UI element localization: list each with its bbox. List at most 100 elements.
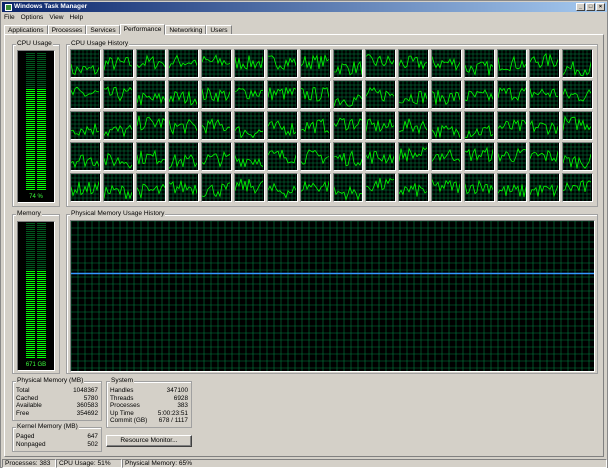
cpu-meter-segment — [26, 65, 35, 66]
minimize-icon[interactable]: _ — [576, 3, 585, 11]
memory-meter-segment — [26, 283, 35, 284]
core-graph — [135, 142, 167, 171]
cpu-meter-segment — [26, 153, 35, 154]
core-graph — [102, 49, 134, 78]
memory-meter-segment — [26, 247, 35, 248]
memory-meter-segment — [37, 299, 46, 300]
core-graph — [398, 142, 429, 171]
core-graph — [299, 49, 331, 78]
cpu-meter-segment — [37, 145, 46, 146]
cpu-meter-segment — [26, 75, 35, 76]
memory-meter-segment — [26, 227, 35, 228]
cpu-meter-segment — [37, 183, 46, 184]
memory-meter-segment — [37, 335, 46, 336]
memory-meter-segment — [37, 275, 46, 276]
memory-meter-segment — [26, 253, 35, 254]
memory-meter-segment — [37, 235, 46, 236]
menu-options[interactable]: Options — [21, 13, 44, 22]
memory-meter-segment — [37, 349, 46, 350]
cpu-meter-segment — [37, 113, 46, 114]
memory-meter-segment — [37, 253, 46, 254]
memory-meter-segment — [26, 337, 35, 338]
core-graph — [168, 173, 200, 202]
core-graph — [266, 142, 298, 171]
core-graph — [201, 111, 233, 140]
cpu-meter-segment — [37, 159, 46, 160]
resource-monitor-button[interactable]: Resource Monitor... — [106, 435, 192, 447]
menu-view[interactable]: View — [49, 13, 63, 22]
cpu-meter-segment — [26, 95, 35, 96]
memory-meter-segment — [26, 339, 35, 340]
cpu-meter-segment — [37, 157, 46, 158]
core-graph — [529, 142, 561, 171]
window-controls: _ □ × — [576, 3, 605, 11]
cpu-meter-segment — [26, 71, 35, 72]
memory-meter-segment — [37, 243, 46, 244]
core-graph — [496, 173, 528, 202]
stat-row-commit: Commit (GB) 678 / 1117 — [110, 417, 188, 425]
cpu-meter-segment — [37, 95, 46, 96]
memory-meter-segment — [37, 277, 46, 278]
cpu-meter-segment — [37, 167, 46, 168]
memory-meter-segment — [26, 285, 35, 286]
menu-help[interactable]: Help — [70, 13, 84, 22]
memory-meter-segment — [37, 233, 46, 234]
cpu-meter-segment — [26, 169, 35, 170]
memory-history-label: Physical Memory Usage History — [70, 210, 166, 218]
core-graph — [201, 80, 233, 109]
core-graph — [496, 111, 528, 140]
memory-meter-segment — [26, 287, 35, 288]
core-graph — [398, 49, 429, 78]
core-graph — [168, 111, 200, 140]
cpu-meter-segment — [37, 53, 46, 54]
close-icon[interactable]: × — [596, 3, 605, 11]
cpu-meter-segment — [26, 181, 35, 182]
core-graph — [70, 49, 101, 78]
core-graph — [266, 49, 298, 78]
core-graph — [266, 173, 298, 202]
core-graph — [529, 80, 561, 109]
memory-meter-segment — [26, 321, 35, 322]
memory-meter-segment — [37, 309, 46, 310]
cpu-meter-segment — [37, 187, 46, 188]
window-title: Windows Task Manager — [14, 3, 88, 10]
memory-meter-segment — [26, 307, 35, 308]
memory-meter-segment — [37, 279, 46, 280]
memory-meter-segment — [37, 281, 46, 282]
cpu-meter-segment — [37, 91, 46, 92]
cpu-meter-segment — [37, 153, 46, 154]
cpu-meter-segment — [37, 69, 46, 70]
memory-meter-segment — [37, 295, 46, 296]
core-graph — [168, 80, 200, 109]
memory-meter-segment — [26, 241, 35, 242]
kernel-memory-group: Kernel Memory (MB) Paged 647 Nonpaged 502 — [12, 423, 102, 452]
memory-meter: 671 GB — [17, 221, 55, 371]
menu-file[interactable]: File — [4, 13, 15, 22]
core-graph — [266, 80, 298, 109]
maximize-icon[interactable]: □ — [586, 3, 595, 11]
core-graph — [299, 111, 331, 140]
cpu-meter-segment — [37, 81, 46, 82]
core-graph — [496, 80, 528, 109]
cpu-meter-segment — [26, 93, 35, 94]
memory-meter-segment — [37, 287, 46, 288]
cpu-meter-segment — [26, 157, 35, 158]
cpu-meter-segment — [37, 127, 46, 128]
core-graph — [102, 111, 134, 140]
cpu-meter-segment — [26, 61, 35, 62]
cpu-meter-segment — [26, 117, 35, 118]
tab-performance[interactable]: Performance — [119, 24, 166, 35]
status-processes: Processes: 383 — [2, 459, 56, 468]
memory-meter-segment — [37, 265, 46, 266]
memory-meter-segment — [26, 341, 35, 342]
memory-value: 671 GB — [25, 362, 47, 368]
stat-row-cached: Cached 5780 — [16, 394, 98, 402]
memory-meter-segment — [37, 231, 46, 232]
task-manager-window: Windows Task Manager _ □ × File Options … — [0, 0, 608, 468]
memory-meter-segment — [26, 319, 35, 320]
title-bar[interactable]: Windows Task Manager _ □ × — [2, 2, 607, 12]
core-graph — [398, 111, 429, 140]
memory-meter-segment — [37, 329, 46, 330]
memory-meter-segment — [26, 309, 35, 310]
cpu-meter-segment — [37, 97, 46, 98]
